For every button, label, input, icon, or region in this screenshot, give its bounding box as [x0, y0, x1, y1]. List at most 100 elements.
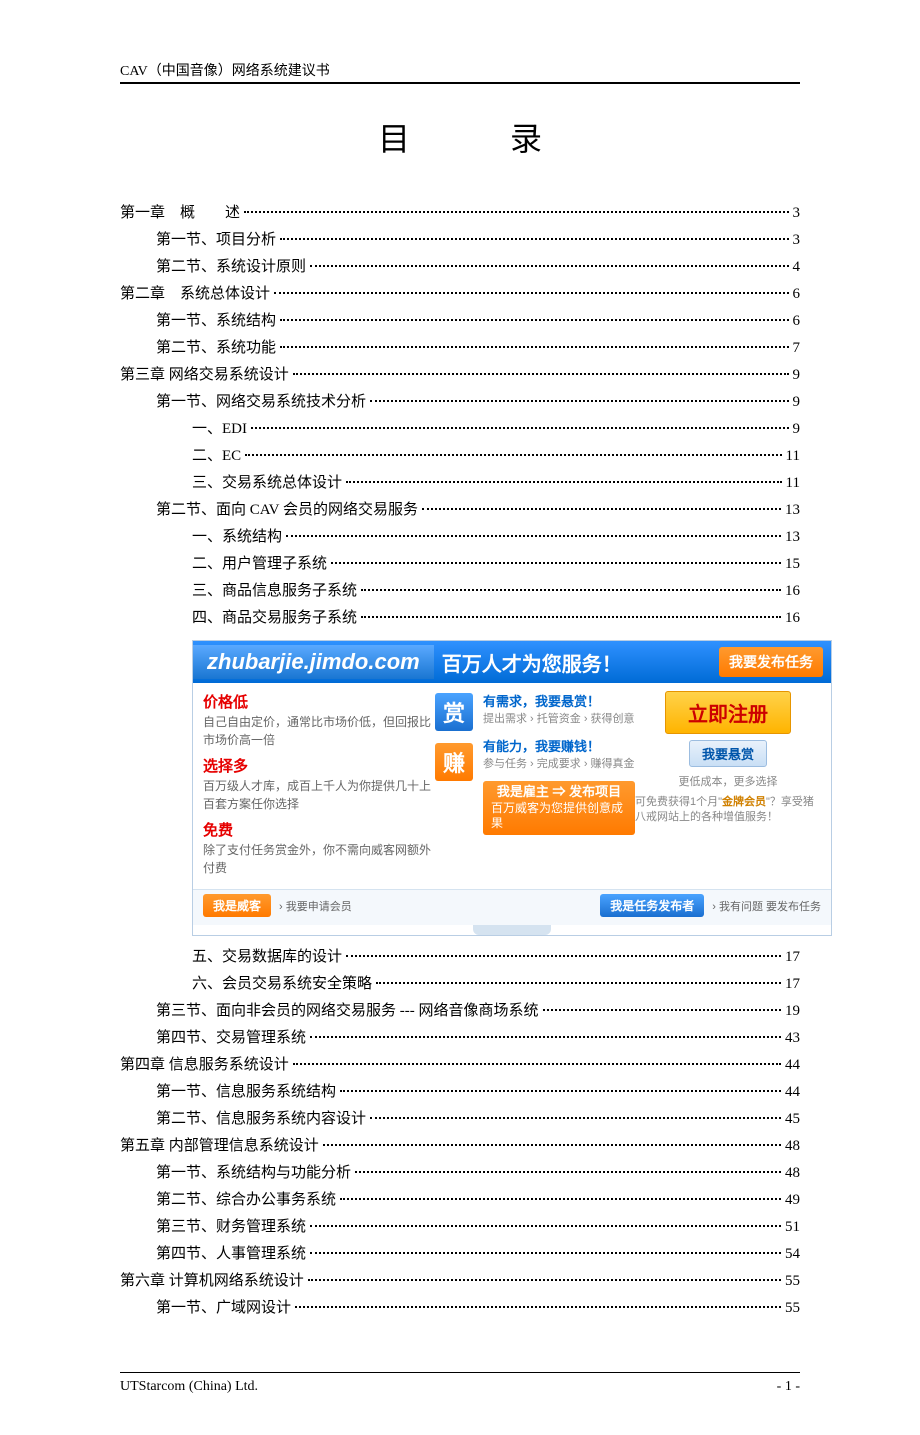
toc-entry[interactable]: 一、系统结构13	[120, 524, 800, 551]
toc-page-number: 9	[793, 362, 801, 389]
toc-entry[interactable]: 第五章 内部管理信息系统设计48	[120, 1133, 800, 1160]
toc-entry[interactable]: 第一节、系统结构与功能分析48	[120, 1160, 800, 1187]
toc-entry[interactable]: 第二节、系统功能7	[120, 335, 800, 362]
toc-entry[interactable]: 三、商品信息服务子系统16	[120, 578, 800, 605]
toc-leader-dots	[323, 1144, 781, 1146]
toc-page-number: 51	[785, 1214, 800, 1241]
toc-label: 第六章 计算机网络系统设计	[120, 1268, 304, 1295]
toc-entry[interactable]: 一、EDI9	[120, 416, 800, 443]
toc-page-number: 16	[785, 605, 800, 632]
toc-entry[interactable]: 第四节、人事管理系统 54	[120, 1241, 800, 1268]
toc-entry[interactable]: 六、会员交易系统安全策略17	[120, 971, 800, 998]
toc-leader-dots	[274, 292, 788, 294]
toc-entry[interactable]: 第二节、系统设计原则4	[120, 254, 800, 281]
toc-leader-dots	[280, 319, 788, 321]
register-button[interactable]: 立即注册	[665, 691, 791, 734]
toc-leader-dots	[310, 265, 788, 267]
toc-leader-dots	[310, 1252, 781, 1254]
toc-entry[interactable]: 二、用户管理子系统15	[120, 551, 800, 578]
ad-bottom-tab	[473, 925, 551, 935]
toc-entry[interactable]: 第三节、面向非会员的网络交易服务 --- 网络音像商场系统 19	[120, 998, 800, 1025]
ad-banner: zhubarjie.jimdo.com 百万人才为您服务！ 我要发布任务	[193, 641, 831, 683]
toc-label: 第四章 信息服务系统设计	[120, 1052, 289, 1079]
toc-label: 第四节、人事管理系统	[156, 1241, 306, 1268]
toc-title: 目录	[120, 114, 800, 160]
toc-entry[interactable]: 第一节、网络交易系统技术分析9	[120, 389, 800, 416]
toc-page-number: 19	[785, 998, 800, 1025]
toc-entry[interactable]: 二、EC 11	[120, 443, 800, 470]
publisher-chip[interactable]: 我是任务发布者	[600, 894, 704, 917]
toc-label: 六、会员交易系统安全策略	[192, 971, 372, 998]
toc-entry[interactable]: 第二节、面向 CAV 会员的网络交易服务 13	[120, 497, 800, 524]
ad-middle-column: 有需求，我要悬赏！ 提出需求 › 托管资金 › 获得创意 有能力，我要赚钱！ 参…	[475, 691, 635, 883]
bounty-button[interactable]: 我要悬赏	[689, 740, 767, 767]
toc-entry[interactable]: 第一节、项目分析3	[120, 227, 800, 254]
toc-leader-dots	[340, 1198, 781, 1200]
toc-leader-dots	[244, 211, 788, 213]
toc-page-number: 13	[785, 497, 800, 524]
ad-tiles: 赏 赚	[433, 691, 475, 883]
toc-page-number: 43	[785, 1025, 800, 1052]
toc-page-number: 11	[786, 443, 800, 470]
toc-page-number: 4	[793, 254, 801, 281]
toc-page-number: 9	[793, 416, 801, 443]
toc-label: 第二节、面向 CAV 会员的网络交易服务	[156, 497, 418, 524]
ad-action-steps: 提出需求 › 托管资金 › 获得创意	[483, 710, 635, 726]
toc-entry[interactable]: 第一节、信息服务系统结构44	[120, 1079, 800, 1106]
toc-entry[interactable]: 第二节、综合办公事务系统49	[120, 1187, 800, 1214]
toc-leader-dots	[331, 562, 781, 564]
toc-entry[interactable]: 四、商品交易服务子系统16	[120, 605, 800, 632]
toc-leader-dots	[543, 1009, 782, 1011]
toc-entry[interactable]: 三、交易系统总体设计11	[120, 470, 800, 497]
toc-label: 第二章 系统总体设计	[120, 281, 270, 308]
footer-page-number: - 1 -	[777, 1379, 800, 1395]
ad-action-steps: 参与任务 › 完成要求 › 赚得真金	[483, 755, 635, 771]
ad-benefit-text: 百万级人才库，成百上千人为你提供几十上百套方案任你选择	[203, 777, 433, 813]
toc-lower: 五、交易数据库的设计17六、会员交易系统安全策略17第三节、面向非会员的网络交易…	[120, 944, 800, 1322]
ad-benefit-text: 除了支付任务赏金外，你不需向威客网额外付费	[203, 841, 433, 877]
toc-leader-dots	[286, 535, 781, 537]
witkey-chip[interactable]: 我是威客	[203, 894, 271, 917]
toc-entry[interactable]: 第二节、信息服务系统内容设计45	[120, 1106, 800, 1133]
toc-label: 二、EC	[192, 443, 241, 470]
toc-label: 第三节、面向非会员的网络交易服务 --- 网络音像商场系统	[156, 998, 539, 1025]
witkey-link[interactable]: › 我要申请会员	[279, 898, 352, 914]
toc-leader-dots	[308, 1279, 781, 1281]
toc-entry[interactable]: 第三节、财务管理系统51	[120, 1214, 800, 1241]
toc-label: 第二节、综合办公事务系统	[156, 1187, 336, 1214]
toc-entry[interactable]: 第四章 信息服务系统设计44	[120, 1052, 800, 1079]
toc-entry[interactable]: 第四节、交易管理系统43	[120, 1025, 800, 1052]
publish-project-button[interactable]: 我是雇主 ⇒ 发布项目 百万威客为您提供创意成果	[483, 781, 635, 835]
toc-entry[interactable]: 第三章 网络交易系统设计9	[120, 362, 800, 389]
publisher-link[interactable]: › 我有问题 要发布任务	[712, 898, 821, 914]
toc-entry[interactable]: 第一节、系统结构6	[120, 308, 800, 335]
ad-url[interactable]: zhubarjie.jimdo.com	[193, 645, 434, 679]
toc-leader-dots	[280, 238, 788, 240]
ad-slogan: 百万人才为您服务！	[442, 648, 622, 677]
toc-page-number: 48	[785, 1160, 800, 1187]
toc-entry[interactable]: 五、交易数据库的设计17	[120, 944, 800, 971]
toc-entry[interactable]: 第二章 系统总体设计 6	[120, 281, 800, 308]
ad-right-column: 立即注册 我要悬赏 更低成本，更多选择 可免费获得1个月"金牌会员"？享受猪八戒…	[635, 691, 821, 883]
earn-tile-icon: 赚	[435, 743, 473, 781]
toc-entry[interactable]: 第一节、广域网设计55	[120, 1295, 800, 1322]
toc-leader-dots	[346, 955, 781, 957]
ad-footer: 我是威客 › 我要申请会员 我是任务发布者 › 我有问题 要发布任务	[193, 889, 831, 925]
toc-label: 二、用户管理子系统	[192, 551, 327, 578]
toc-page-number: 54	[785, 1241, 800, 1268]
toc-leader-dots	[310, 1225, 781, 1227]
toc-label: 五、交易数据库的设计	[192, 944, 342, 971]
bounty-subtitle: 更低成本，更多选择	[679, 773, 778, 789]
toc-entry[interactable]: 第一章 概 述3	[120, 200, 800, 227]
toc-page-number: 3	[793, 227, 801, 254]
ad-action-title: 有需求，我要悬赏！	[483, 691, 635, 710]
toc-leader-dots	[251, 427, 789, 429]
ad-body: 价格低 自己自由定价，通常比市场价低，但回报比市场价高一倍 选择多 百万级人才库…	[193, 683, 831, 889]
toc-entry[interactable]: 第六章 计算机网络系统设计55	[120, 1268, 800, 1295]
toc-page-number: 3	[793, 200, 801, 227]
ad-benefit-heading: 选择多	[203, 755, 433, 776]
toc-page-number: 6	[793, 281, 801, 308]
toc-leader-dots	[361, 589, 781, 591]
publish-task-button[interactable]: 我要发布任务	[719, 647, 823, 677]
toc-leader-dots	[370, 400, 788, 402]
